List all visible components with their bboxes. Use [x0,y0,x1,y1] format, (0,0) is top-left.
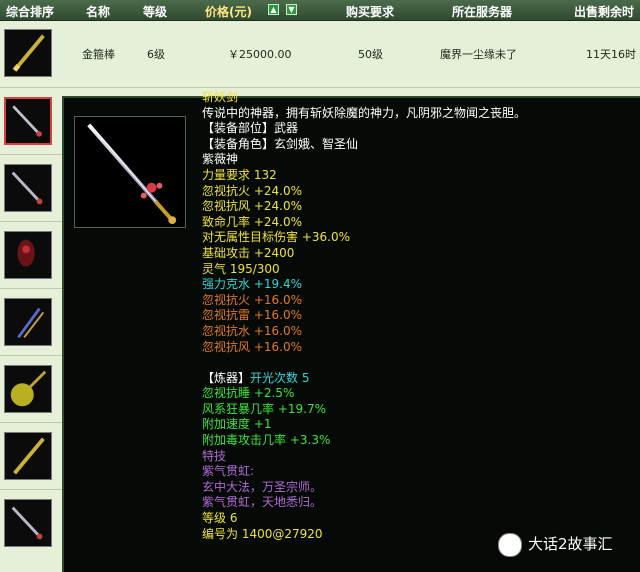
item-req: 50级 [358,48,383,61]
col-name-header: 名称 [86,5,111,19]
tooltip-line: 紫薇神 [202,152,632,168]
tooltip-line: 附加毒攻击几率 +3.3% [202,433,632,449]
col-server-header: 所在服务器 [452,5,513,19]
tooltip-line-text: 附加速度 +1 [202,417,272,432]
tooltip-line-text: 致命几率 +24.0% [202,214,302,229]
tooltip-line: 忽视抗睡 +2.5% [202,386,632,402]
tooltip-line-text: 附加毒攻击几率 +3.3% [202,433,331,448]
item-name[interactable]: 金箍棒 [82,46,115,62]
tooltip-line: 对无属性目标伤害 +36.0% [202,230,632,246]
tooltip-line-text: 等级 6 [202,511,238,526]
tooltip-line: 【装备角色】玄剑娥、智圣仙 [202,137,632,153]
item-thumbnail[interactable] [4,164,52,212]
tooltip-line-text: 特技 [202,448,227,463]
tooltip-line: 忽视抗水 +16.0% [202,324,632,340]
tooltip-line-text: 强力克水 +19.4% [202,277,302,292]
tooltip-line-text: 忽视抗睡 +2.5% [202,386,295,401]
sword-icon [74,116,186,228]
watermark-text: 大话2故事汇 [528,535,613,553]
item-server: 魔界一尘缘未了 [440,48,517,61]
tooltip-text: 斩妖剑 传说中的神器，拥有斩妖除魔的神力，凡阴邪之物闻之丧胆。 【装备部位】武器 【装… [202,90,632,542]
tooltip-line-text: 紫气贯虹，天地悉归。 [202,495,323,510]
col-req-header: 购买要求 [346,5,395,19]
tooltip-line-text: 风系狂暴几率 +19.7% [202,401,326,416]
tooltip-line: 附加速度 +1 [202,417,632,433]
tooltip-line-text: 忽视抗火 +24.0% [202,183,302,198]
tooltip-line: 忽视抗火 +24.0% [202,184,632,200]
tooltip-line-text: 忽视抗风 +16.0% [202,339,302,354]
tooltip-line-text: 斩妖剑 [202,90,239,104]
tooltip-line-text: 忽视抗风 +24.0% [202,199,302,214]
tooltip-line-text: 忽视抗雷 +16.0% [202,308,302,323]
tooltip-line-text: 力量要求 132 [202,167,277,182]
sort-up-icon[interactable]: ▲ [268,4,279,15]
tooltip-line: 等级 6 [202,511,632,527]
tooltip-line: 玄中大法，万圣宗师。 [202,480,632,496]
tooltip-line: 传说中的神器，拥有斩妖除魔的神力，凡阴邪之物闻之丧胆。 [202,106,632,122]
tooltip-line: 【装备部位】武器 [202,121,632,137]
tooltip-line: 忽视抗雷 +16.0% [202,308,632,324]
tooltip-line: 紫气贯虹，天地悉归。 [202,495,632,511]
item-thumbnail[interactable] [4,432,52,480]
item-price: ￥25000.00 [228,48,292,61]
tooltip-line: 忽视抗风 +24.0% [202,199,632,215]
item-tooltip: 斩妖剑 传说中的神器，拥有斩妖除魔的神力，凡阴邪之物闻之丧胆。 【装备部位】武器 【装… [62,90,640,572]
tooltip-line-text: 灵气 195/300 [202,261,280,276]
tooltip-line-text: 玄中大法，万圣宗师。 [202,479,323,494]
tooltip-line-extra: 开光次数 5 [250,370,310,385]
table-header: 综合排序 名称 等级 价格(元) ▲ ▼ 购买要求 所在服务器 出售剩余时 [0,0,640,21]
watermark: 大话2故事汇 [498,530,640,558]
tooltip-line-text: 紫气贯虹: [202,464,255,479]
tooltip-line: 灵气 195/300 [202,262,632,278]
col-time-header: 出售剩余时 [574,5,635,19]
item-thumbnail[interactable] [4,97,52,145]
tooltip-line-text: 对无属性目标伤害 +36.0% [202,230,350,245]
tooltip-line: 基础攻击 +2400 [202,246,632,262]
tooltip-line-text: 【装备部位】武器 [202,121,299,136]
col-level-header: 等级 [143,5,168,19]
tooltip-line: 特技 [202,449,632,465]
sort-down-icon[interactable]: ▼ [286,4,297,15]
tooltip-line: 忽视抗火 +16.0% [202,293,632,309]
tooltip-line: 斩妖剑 [202,90,632,106]
item-thumbnail[interactable] [4,298,52,346]
tooltip-line: 风系狂暴几率 +19.7% [202,402,632,418]
tooltip-line: 力量要求 132 [202,168,632,184]
wechat-icon [498,533,522,557]
item-thumbnail[interactable] [4,365,52,413]
tooltip-line-text: 【炼器】 [202,370,251,385]
col-sort-header[interactable]: 综合排序 [6,3,54,20]
item-thumbnail[interactable] [4,499,52,547]
tooltip-line: 忽视抗风 +16.0% [202,340,632,356]
tooltip-line-text: 【装备角色】玄剑娥、智圣仙 [202,136,359,151]
col-price-header[interactable]: 价格(元) [205,3,252,20]
item-time: 11天16时 [586,48,636,61]
tooltip-line: 【炼器】开光次数 5 [202,371,632,387]
tooltip-line-text: 编号为 1400@27920 [202,526,323,541]
table-row[interactable]: 金箍棒 6级 ￥25000.00 50级 魔界一尘缘未了 11天16时 [0,21,640,88]
tooltip-line-text: 忽视抗火 +16.0% [202,292,302,307]
tooltip-line-text: 传说中的神器，拥有斩妖除魔的神力，凡阴邪之物闻之丧胆。 [202,105,527,120]
item-level: 6级 [147,48,165,61]
tooltip-line-text: 紫薇神 [202,152,239,167]
tooltip-line: 紫气贯虹: [202,464,632,480]
item-thumbnail[interactable] [4,29,52,77]
tooltip-line-text: 基础攻击 +2400 [202,245,295,260]
tooltip-line: 致命几率 +24.0% [202,215,632,231]
tooltip-spacer [202,355,632,371]
tooltip-line-text: 忽视抗水 +16.0% [202,323,302,338]
tooltip-line: 强力克水 +19.4% [202,277,632,293]
item-thumbnail[interactable] [4,231,52,279]
